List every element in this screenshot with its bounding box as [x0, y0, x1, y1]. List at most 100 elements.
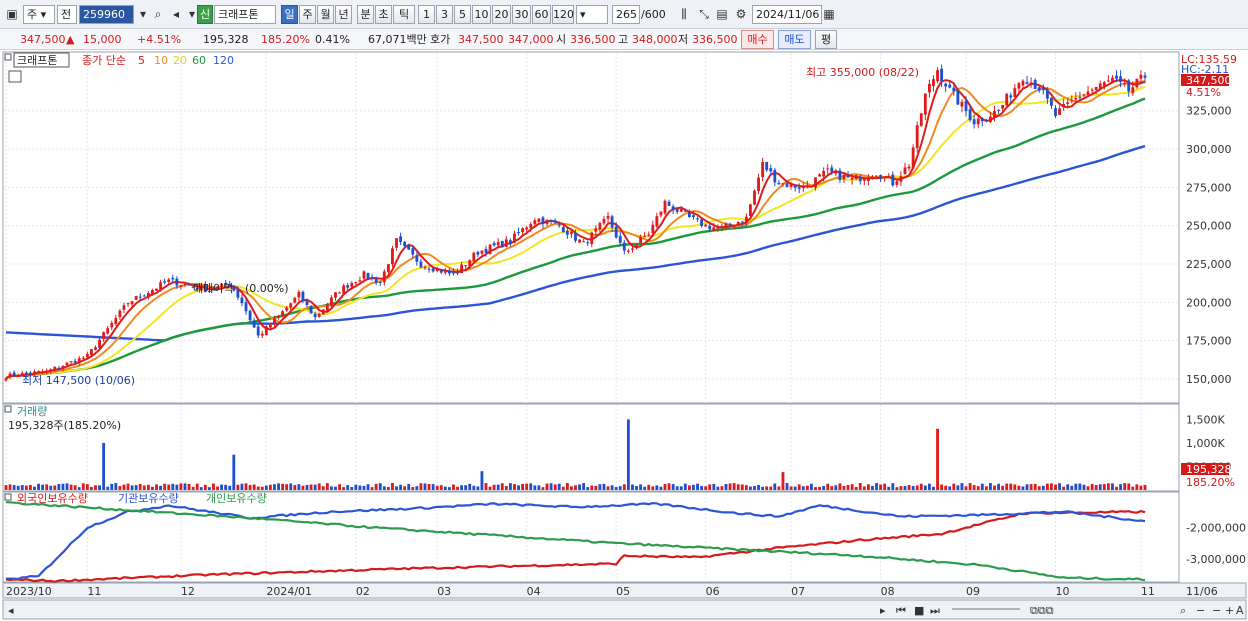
buy-button[interactable]: 매수 [741, 30, 774, 49]
zoom-out-icon[interactable]: − [1196, 604, 1205, 617]
candle-body [651, 224, 655, 234]
volume-bar [582, 483, 586, 490]
period-second-button[interactable]: 초 [375, 5, 392, 24]
holdings-axis-label: -3,000,000 [1186, 553, 1246, 566]
candle-body [342, 285, 346, 294]
x-axis-label: 05 [616, 585, 630, 598]
candle-body [268, 324, 272, 328]
gear-icon[interactable]: ⚙ [732, 5, 750, 24]
volume-bar [146, 484, 150, 490]
eval-button[interactable]: 평 [815, 30, 837, 49]
candle-body [838, 170, 842, 180]
candle-body [1139, 74, 1143, 79]
search-icon[interactable]: ⌕ [149, 5, 167, 24]
volume-bar [574, 485, 577, 490]
volume-bar [639, 484, 643, 490]
interval-3-button[interactable]: 3 [436, 5, 453, 24]
stock-code-input[interactable]: 259960 [79, 5, 134, 24]
chart-window-icon[interactable]: ▣ [3, 5, 21, 24]
interval-5-button[interactable]: 5 [454, 5, 471, 24]
volume-bar [952, 483, 956, 490]
candle-body [468, 260, 472, 267]
candle-body [460, 264, 464, 274]
candle-body [1143, 75, 1147, 78]
candle-body [887, 176, 891, 178]
save-icon[interactable]: ▤ [713, 5, 731, 24]
first-page-icon[interactable]: ⏮ [896, 604, 906, 617]
interval-120-button[interactable]: 120 [552, 5, 574, 24]
candle-type-icon[interactable]: ⫼ [675, 5, 693, 24]
volume-bar [8, 484, 12, 490]
zoom-reset-icon[interactable]: − [1212, 604, 1221, 617]
volume-bar [565, 483, 569, 490]
settings-a-icon[interactable]: A [1236, 604, 1244, 617]
interval-20-button[interactable]: 20 [492, 5, 511, 24]
volume-bar [683, 483, 687, 490]
zoom-search-icon[interactable]: ⌕ [1180, 604, 1186, 617]
candle-body [399, 236, 403, 243]
calendar-icon[interactable]: ▦ [820, 5, 838, 24]
price-change: 15,000 [83, 33, 122, 46]
interval-60-button[interactable]: 60 [532, 5, 551, 24]
legend-institution: 기관보유수량 [118, 492, 179, 505]
sell-button[interactable]: 매도 [778, 30, 811, 49]
grid-toggle-icon[interactable] [8, 70, 22, 83]
volume-bar [993, 485, 996, 490]
candle-body [110, 322, 114, 328]
volume-bar [948, 486, 952, 490]
candle-body [976, 118, 980, 125]
period-week-button[interactable]: 주 [299, 5, 316, 24]
candle-body [12, 372, 16, 377]
trade-amount: 67,071백만 [368, 33, 427, 46]
volume-bar [712, 483, 716, 490]
last-page-icon[interactable]: ⏭ [930, 604, 940, 617]
interval-custom-select[interactable]: ▾ [576, 5, 608, 24]
candle-body [858, 177, 862, 182]
volume-bar [399, 484, 403, 490]
candle-body [879, 174, 883, 179]
period-tick-button[interactable]: 틱 [393, 5, 415, 24]
volume-bar [1131, 486, 1135, 490]
market-prefix[interactable]: 전 [57, 5, 77, 24]
volume-bar [679, 486, 683, 490]
period-day-button[interactable]: 일 [281, 5, 298, 24]
interval-1-button[interactable]: 1 [418, 5, 435, 24]
volume-bar [317, 483, 321, 490]
tools-icon[interactable]: ⧉⧉⧉ [1030, 604, 1054, 617]
scroll-right-icon[interactable]: ▸ [880, 604, 886, 617]
interval-30-button[interactable]: 30 [512, 5, 531, 24]
candle-body [529, 224, 533, 228]
draw-tool-icon[interactable]: ⤡ [695, 5, 713, 24]
period-year-button[interactable]: 년 [335, 5, 352, 24]
volume-bar [1005, 483, 1009, 490]
volume-bar [464, 485, 468, 490]
candle-body [273, 318, 276, 325]
candle-body [167, 279, 171, 283]
period-month-button[interactable]: 월 [317, 5, 334, 24]
interval-10-button[interactable]: 10 [472, 5, 491, 24]
candle-body [325, 304, 329, 311]
stop-icon[interactable]: ■ [914, 604, 924, 617]
candle-body [90, 349, 93, 355]
zoom-in-icon[interactable]: + [1225, 604, 1234, 617]
candle-body [492, 242, 496, 246]
scroll-left-icon[interactable]: ◂ [8, 604, 14, 617]
x-axis-label: 07 [791, 585, 805, 598]
volume-bar [513, 484, 516, 490]
candle-body [1086, 91, 1090, 95]
count-input[interactable]: 265 [612, 5, 640, 24]
volume-bar [553, 484, 557, 490]
candle-body [940, 68, 944, 82]
volume-bar [264, 485, 268, 490]
period-minute-button[interactable]: 분 [357, 5, 374, 24]
market-type-select[interactable]: 주 ▾ [23, 5, 55, 24]
date-input[interactable]: 2024/11/06 [752, 5, 822, 24]
legend-ma-title: 종가 단순 [82, 54, 126, 67]
volume-bar [932, 486, 935, 490]
candle-body [41, 371, 45, 373]
candle-body [557, 224, 561, 226]
stock-chart[interactable]: 325,000 300,000 275,000 250,000 225,000 200,0… [0, 50, 1248, 621]
volume-value: 195,328 [203, 33, 249, 46]
scroll-bar[interactable] [2, 599, 1247, 620]
volume-bar [411, 487, 415, 490]
